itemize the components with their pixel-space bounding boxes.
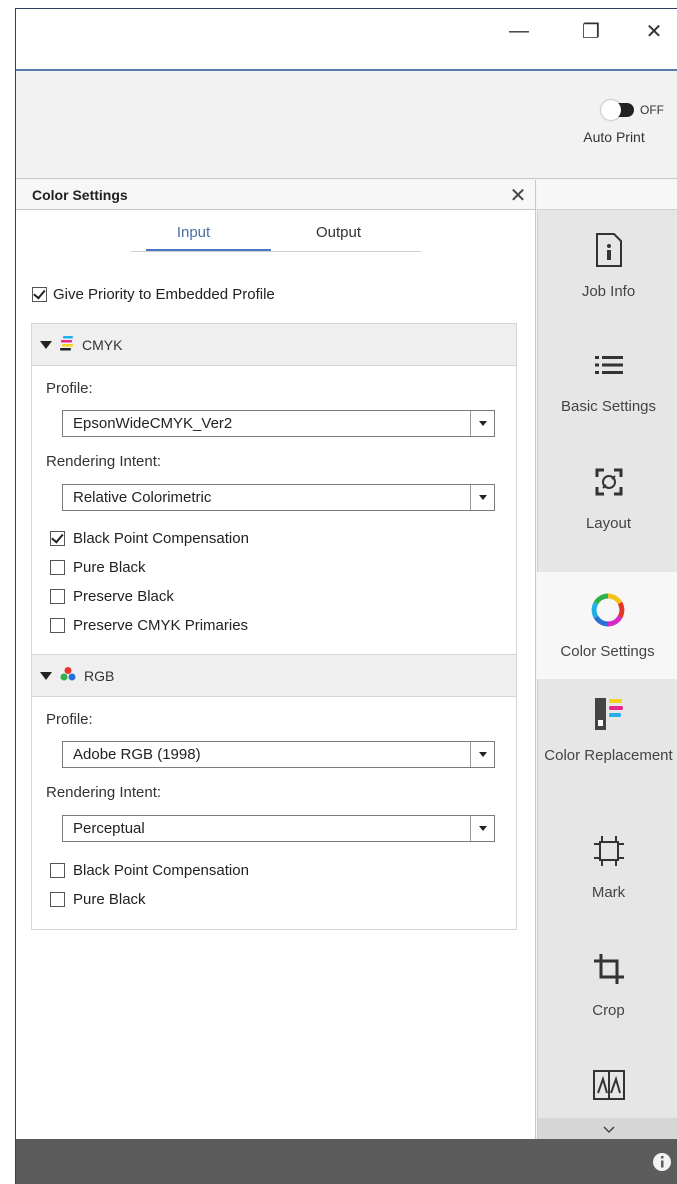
maximize-button[interactable]: ❐: [563, 9, 619, 53]
nav-group-bottom: Color Replacement Mark Crop: [537, 679, 677, 1140]
rgb-intent-dropdown[interactable]: Perceptual: [62, 815, 495, 842]
rgb-black-point-label: Black Point Compensation: [73, 862, 249, 879]
nav-item-color-settings[interactable]: Color Settings: [537, 572, 677, 679]
color-wheel-icon: [537, 590, 677, 630]
mark-icon: [538, 831, 677, 871]
toolbar-header: OFF Auto Print: [16, 72, 677, 179]
cmyk-pure-black-label: Pure Black: [73, 559, 146, 576]
job-info-icon: [538, 230, 677, 270]
side-navigation: Job Info Basic Settings Layout Color Set…: [537, 180, 677, 1140]
layout-icon: [538, 462, 677, 502]
rgb-pure-black-label: Pure Black: [73, 891, 146, 908]
rgb-intent-label: Rendering Intent:: [46, 784, 162, 801]
rgb-section-title: RGB: [84, 667, 115, 684]
app-window: — ❐ ✕ OFF Auto Print Color Settings ✕ In…: [15, 8, 677, 1184]
nav-item-mark[interactable]: Mark: [538, 831, 677, 903]
cmyk-black-point-label: Black Point Compensation: [73, 530, 249, 547]
rgb-section: RGB Profile: Adobe RGB (1998) Rendering …: [31, 654, 517, 930]
rgb-pure-black-option[interactable]: Pure Black: [50, 891, 146, 908]
cmyk-intent-dropdown[interactable]: Relative Colorimetric: [62, 484, 495, 511]
cmyk-section-title: CMYK: [82, 336, 123, 353]
cmyk-preserve-primaries-option[interactable]: Preserve CMYK Primaries: [50, 617, 248, 634]
close-window-button[interactable]: ✕: [626, 9, 677, 53]
list-icon: [538, 345, 677, 385]
nav-label-color-settings: Color Settings: [560, 643, 655, 660]
nav-item-job-info[interactable]: Job Info: [538, 230, 677, 302]
bottom-status-bar: [16, 1139, 677, 1184]
cmyk-black-point-checkbox[interactable]: [50, 531, 65, 546]
crop-icon: [538, 949, 677, 989]
cmyk-preserve-black-label: Preserve Black: [73, 588, 174, 605]
rgb-black-point-checkbox[interactable]: [50, 863, 65, 878]
cmyk-preserve-black-checkbox[interactable]: [50, 589, 65, 604]
rgb-intent-value: Perceptual: [73, 820, 145, 837]
nav-label-color-replacement: Color Replacement: [544, 747, 673, 764]
color-settings-panel: Color Settings ✕ Input Output Give Prior…: [16, 180, 536, 1140]
rgb-profile-dropdown[interactable]: Adobe RGB (1998): [62, 741, 495, 768]
cmyk-section: CMYK Profile: EpsonWideCMYK_Ver2 Renderi…: [31, 323, 517, 655]
cmyk-section-header[interactable]: CMYK: [32, 324, 516, 366]
rgb-section-header[interactable]: RGB: [32, 655, 516, 697]
cmyk-black-point-option[interactable]: Black Point Compensation: [50, 530, 249, 547]
cmyk-profile-value: EpsonWideCMYK_Ver2: [73, 415, 233, 432]
panel-body: Input Output Give Priority to Embedded P…: [16, 210, 535, 1140]
tab-input[interactable]: Input: [131, 224, 256, 241]
cmyk-icon: [60, 335, 74, 354]
collapse-caret-icon[interactable]: [40, 340, 52, 349]
nav-scroll-down-button[interactable]: [538, 1118, 677, 1139]
nav-top-strip: [537, 180, 677, 210]
minimize-button[interactable]: —: [491, 9, 547, 53]
tab-selection-indicator: [146, 249, 271, 251]
nav-item-crop[interactable]: Crop: [538, 949, 677, 1021]
panel-close-button[interactable]: ✕: [507, 183, 529, 208]
cmyk-intent-value: Relative Colorimetric: [73, 489, 212, 506]
priority-label: Give Priority to Embedded Profile: [53, 286, 275, 303]
cmyk-profile-label: Profile:: [46, 380, 93, 397]
nav-label-job-info: Job Info: [581, 283, 636, 300]
rgb-icon: [60, 666, 76, 685]
color-replacement-icon: [538, 694, 677, 734]
rgb-pure-black-checkbox[interactable]: [50, 892, 65, 907]
rgb-profile-label: Profile:: [46, 711, 93, 728]
nav-label-basic-settings: Basic Settings: [560, 398, 657, 415]
nav-label-layout: Layout: [585, 515, 632, 532]
auto-print-label: Auto Print: [583, 129, 645, 145]
nav-item-basic-settings[interactable]: Basic Settings: [538, 345, 677, 417]
collapse-caret-icon[interactable]: [40, 671, 52, 680]
dropdown-arrow-icon[interactable]: [470, 816, 494, 841]
priority-embedded-profile-option[interactable]: Give Priority to Embedded Profile: [32, 286, 275, 303]
toggle-state-label: OFF: [640, 103, 664, 117]
input-output-tabs: Input Output: [131, 222, 421, 252]
cmyk-pure-black-option[interactable]: Pure Black: [50, 559, 146, 576]
auto-print-toggle[interactable]: [601, 100, 634, 120]
rgb-profile-value: Adobe RGB (1998): [73, 746, 201, 763]
auto-print-control: OFF Auto Print: [564, 100, 664, 145]
help-icon[interactable]: [652, 1152, 672, 1172]
cmyk-preserve-primaries-checkbox[interactable]: [50, 618, 65, 633]
nav-group-top: Job Info Basic Settings Layout: [537, 210, 677, 572]
cmyk-intent-label: Rendering Intent:: [46, 453, 162, 470]
cmyk-preserve-black-option[interactable]: Preserve Black: [50, 588, 174, 605]
nav-label-mark: Mark: [591, 884, 626, 901]
nav-label-crop: Crop: [592, 1002, 625, 1019]
dropdown-arrow-icon[interactable]: [470, 411, 494, 436]
priority-checkbox[interactable]: [32, 287, 47, 302]
nav-item-color-replacement[interactable]: Color Replacement: [538, 694, 677, 766]
nav-item-layout[interactable]: Layout: [538, 462, 677, 534]
title-bar: — ❐ ✕: [16, 9, 677, 71]
cmyk-pure-black-checkbox[interactable]: [50, 560, 65, 575]
panel-more-icon: [538, 1065, 677, 1105]
rgb-black-point-option[interactable]: Black Point Compensation: [50, 862, 249, 879]
dropdown-arrow-icon[interactable]: [470, 485, 494, 510]
cmyk-preserve-primaries-label: Preserve CMYK Primaries: [73, 617, 249, 634]
panel-title: Color Settings: [32, 186, 128, 203]
chevron-down-icon[interactable]: [602, 1121, 615, 1137]
dropdown-arrow-icon[interactable]: [470, 742, 494, 767]
panel-header: Color Settings ✕: [16, 180, 535, 210]
tab-output[interactable]: Output: [276, 224, 401, 241]
nav-item-more[interactable]: [538, 1065, 677, 1105]
cmyk-profile-dropdown[interactable]: EpsonWideCMYK_Ver2: [62, 410, 495, 437]
